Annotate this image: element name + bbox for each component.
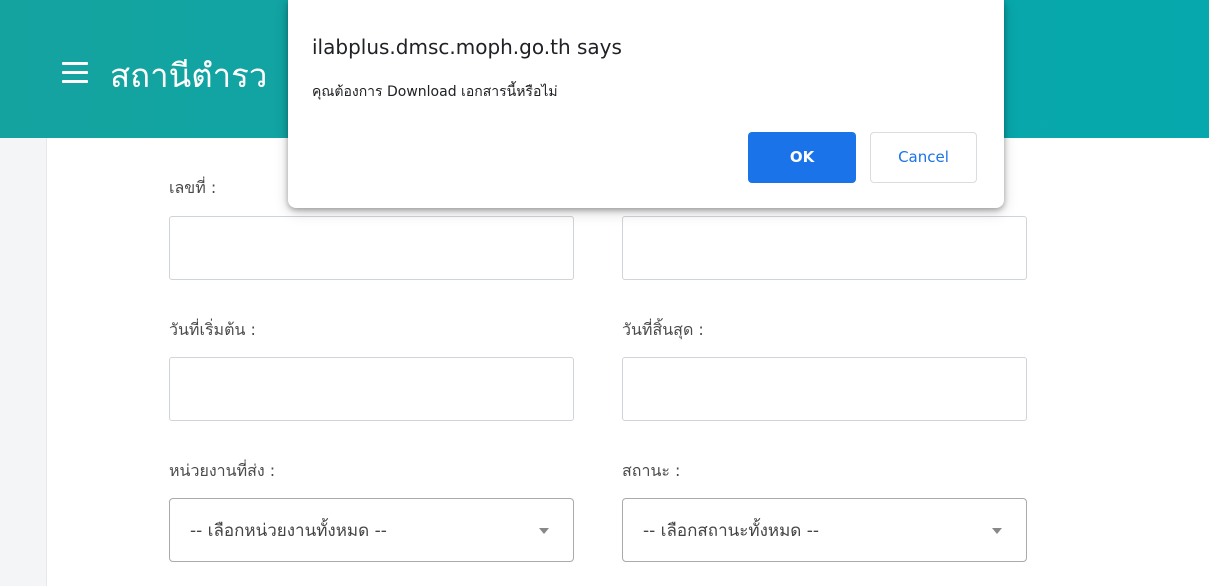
start-date-input[interactable] — [169, 357, 574, 421]
ok-button[interactable]: OK — [748, 132, 856, 183]
confirm-dialog: ilabplus.dmsc.moph.go.th says คุณต้องการ… — [288, 0, 1004, 208]
hamburger-menu-icon[interactable] — [62, 62, 92, 84]
page-title: สถานีตำรว — [110, 56, 268, 95]
status-label: สถานะ : — [622, 461, 681, 480]
cancel-button[interactable]: Cancel — [870, 132, 977, 183]
right-top-input[interactable] — [622, 216, 1027, 280]
dialog-origin: ilabplus.dmsc.moph.go.th says — [312, 35, 622, 59]
agency-label: หน่วยงานที่ส่ง : — [169, 461, 276, 480]
agency-select-value: -- เลือกหน่วยงานทั้งหมด -- — [190, 521, 387, 541]
agency-select[interactable]: -- เลือกหน่วยงานทั้งหมด -- — [169, 498, 574, 562]
number-label: เลขที่ : — [169, 178, 217, 197]
chevron-down-icon — [992, 528, 1002, 534]
chevron-down-icon — [539, 528, 549, 534]
status-select-value: -- เลือกสถานะทั้งหมด -- — [643, 521, 820, 541]
status-select[interactable]: -- เลือกสถานะทั้งหมด -- — [622, 498, 1027, 562]
dialog-message: คุณต้องการ Download เอกสารนี้หรือไม่ — [312, 84, 558, 100]
end-date-label: วันที่สิ้นสุด : — [622, 320, 704, 339]
number-input[interactable] — [169, 216, 574, 280]
end-date-input[interactable] — [622, 357, 1027, 421]
sidebar-strip — [0, 138, 47, 586]
start-date-label: วันที่เริ่มต้น : — [169, 320, 256, 339]
